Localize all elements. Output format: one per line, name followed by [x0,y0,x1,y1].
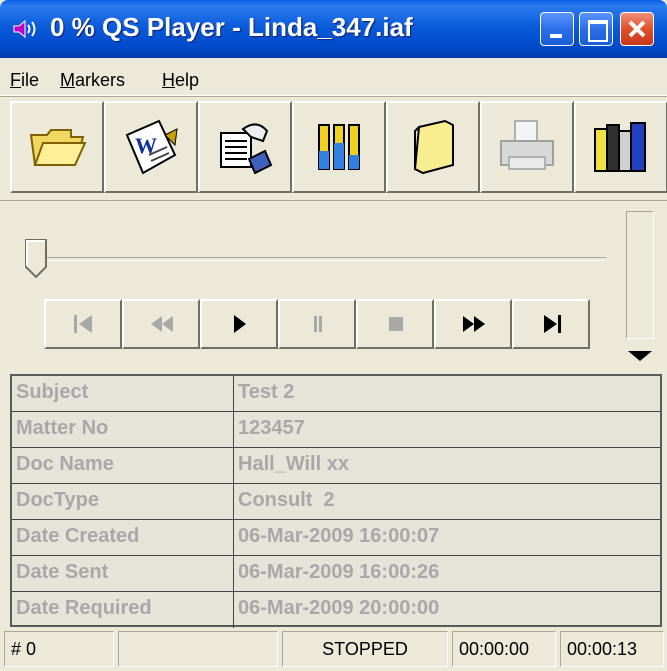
player-panel [0,200,667,370]
printer-disabled-icon [500,120,554,170]
levels-button[interactable] [292,101,386,193]
details-row: Date Required 06-Mar-2009 20:00:00 [12,592,660,628]
stop-button[interactable] [356,299,434,349]
detail-label: Date Required [16,597,152,619]
detail-value: 06-Mar-2009 16:00:26 [238,561,440,583]
volume-arrow-icon[interactable] [628,351,652,361]
details-row: DocType Consult 2 [12,484,660,520]
position-slider-track[interactable] [34,257,606,261]
minimize-button[interactable] [540,12,574,46]
folder-icon [413,119,454,175]
transcribe-button[interactable] [198,101,292,193]
detail-value: 06-Mar-2009 20:00:00 [238,597,440,619]
status-blank-panel [118,631,278,667]
details-grid: Subject Test 2 Matter No 123457 Doc Name… [10,374,662,628]
books-icon [594,122,646,172]
play-icon [234,315,246,333]
print-button[interactable] [480,101,574,193]
menu-markers[interactable]: Markers [60,70,125,91]
close-button[interactable] [620,12,654,46]
detail-label: Date Sent [16,561,109,583]
typing-hands-icon [220,123,273,175]
skip-end-icon [544,315,561,333]
library-button[interactable] [574,101,667,193]
skip-start-button[interactable] [44,299,122,349]
position-slider-thumb[interactable] [25,239,47,279]
toolbar: W [0,96,667,200]
skip-start-icon [74,315,92,333]
window-title: 0 % QS Player - Linda_347.iaf [50,12,413,42]
detail-value: Hall_Will xx [238,453,349,475]
level-meters-icon [318,124,360,170]
detail-value: Test 2 [238,381,295,403]
play-button[interactable] [200,299,278,349]
detail-label: Matter No [16,417,109,439]
svg-text:W: W [135,133,157,158]
detail-label: Subject [16,381,89,403]
title-bar[interactable]: 0 % QS Player - Linda_347.iaf [0,0,667,58]
open-folder-icon [29,129,87,166]
detail-label: Doc Name [16,453,114,475]
fast-forward-icon [463,316,485,332]
detail-value: Consult 2 [238,489,335,511]
details-row: Doc Name Hall_Will xx [12,448,660,484]
volume-slider[interactable] [626,211,654,339]
maximize-button[interactable] [579,12,613,46]
detail-label: DocType [16,489,99,511]
details-row: Matter No 123457 [12,412,660,448]
menu-file[interactable]: File [10,70,39,91]
details-row: Subject Test 2 [12,376,660,412]
details-row: Date Created 06-Mar-2009 16:00:07 [12,520,660,556]
menu-bar: File Markers Help [0,58,667,96]
detail-label: Date Created [16,525,140,547]
word-export-button[interactable]: W [104,101,198,193]
pause-icon [314,316,322,332]
total-duration: 00:00:13 [560,631,664,667]
marker-count: # 0 [4,631,114,667]
rewind-button[interactable] [122,299,200,349]
details-row: Date Sent 06-Mar-2009 16:00:26 [12,556,660,592]
rewind-icon [151,316,173,332]
close-icon [628,20,646,38]
menu-help[interactable]: Help [162,70,199,91]
detail-value: 06-Mar-2009 16:00:07 [238,525,440,547]
speaker-icon [13,19,36,39]
open-button[interactable] [10,101,104,193]
playback-state: STOPPED [282,631,448,667]
stop-icon [389,317,403,331]
fast-forward-button[interactable] [434,299,512,349]
folder-button[interactable] [386,101,480,193]
detail-value: 123457 [238,417,305,439]
pause-button[interactable] [278,299,356,349]
current-position: 00:00:00 [452,631,556,667]
skip-end-button[interactable] [512,299,590,349]
status-bar: # 0 STOPPED 00:00:00 00:00:13 [0,628,667,671]
word-document-icon: W [125,119,178,175]
